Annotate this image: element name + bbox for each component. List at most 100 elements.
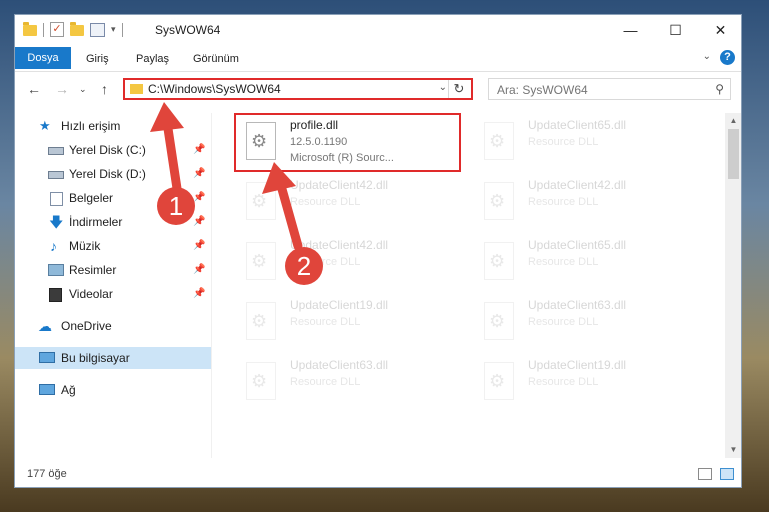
item-count: 177 öğe: [27, 468, 67, 480]
sidebar-item-label: Bu bilgisayar: [61, 351, 130, 365]
dll-file-icon: [246, 362, 276, 400]
file-tile[interactable]: UpdateClient19.dll Resource DLL: [474, 356, 704, 412]
address-bar[interactable]: C:\Windows\SysWOW64 ⌄ ↻: [123, 78, 473, 100]
tab-dosya[interactable]: Dosya: [15, 47, 71, 69]
address-dropdown-icon[interactable]: ⌄: [439, 82, 447, 93]
new-folder-icon[interactable]: [70, 22, 84, 36]
sidebar-item-this-pc[interactable]: Bu bilgisayar: [15, 347, 211, 369]
tiles-view-icon[interactable]: [720, 468, 734, 480]
forward-arrow-icon[interactable]: →: [55, 81, 69, 97]
pin-icon[interactable]: 📌: [193, 139, 205, 161]
file-type: Resource DLL: [290, 196, 361, 208]
file-type: Resource DLL: [528, 376, 599, 388]
scroll-down-icon[interactable]: ▼: [725, 442, 741, 458]
back-arrow-icon[interactable]: ←: [27, 81, 41, 97]
documents-icon: [50, 192, 63, 206]
tab-gorunum[interactable]: Görünüm: [193, 49, 239, 69]
file-name: UpdateClient65.dll: [528, 238, 627, 252]
file-type: Resource DLL: [290, 316, 361, 328]
sidebar-item-label: OneDrive: [61, 319, 112, 333]
expand-ribbon-chevron-icon[interactable]: ⌄: [703, 51, 711, 62]
sidebar-item-label: Müzik: [69, 239, 101, 253]
sidebar-item-label: Belgeler: [69, 191, 114, 205]
star-icon: ★: [39, 118, 51, 133]
file-tile[interactable]: UpdateClient19.dll Resource DLL: [236, 296, 466, 352]
file-type: Resource DLL: [528, 256, 599, 268]
sidebar-item-label: Hızlı erişim: [61, 119, 121, 133]
file-type: Resource DLL: [290, 256, 361, 268]
recent-locations-chevron-icon[interactable]: ⌄: [79, 84, 87, 95]
properties-icon[interactable]: [90, 22, 105, 37]
pin-icon[interactable]: 📌: [193, 163, 205, 185]
file-name: UpdateClient42.dll: [290, 238, 389, 252]
file-name: UpdateClient65.dll: [528, 118, 627, 132]
search-input[interactable]: [495, 80, 699, 100]
sidebar-item-documents[interactable]: Belgeler 📌: [15, 187, 211, 209]
download-icon: 🡇: [49, 214, 64, 230]
file-name: UpdateClient42.dll: [528, 178, 627, 192]
file-tile[interactable]: UpdateClient65.dll Resource DLL: [474, 116, 704, 172]
properties-check-icon[interactable]: ✓: [50, 22, 64, 37]
dll-file-icon: [484, 182, 514, 220]
sidebar-item-videos[interactable]: Videolar 📌: [15, 283, 211, 305]
refresh-icon[interactable]: ↻: [448, 80, 469, 98]
details-view-icon[interactable]: [698, 468, 712, 480]
pin-icon[interactable]: 📌: [193, 259, 205, 281]
dll-file-icon: [246, 242, 276, 280]
folder-icon: [130, 84, 143, 94]
sidebar-item-network[interactable]: Ağ: [15, 379, 211, 401]
scrollbar-thumb[interactable]: [728, 129, 739, 179]
search-box[interactable]: ⚲: [488, 78, 731, 100]
sidebar-item-local-disk-d[interactable]: Yerel Disk (D:) 📌: [15, 163, 211, 185]
file-tile[interactable]: UpdateClient63.dll Resource DLL: [236, 356, 466, 412]
file-tile[interactable]: UpdateClient42.dll Resource DLL: [474, 176, 704, 232]
customize-qa-chevron-icon[interactable]: ▾: [111, 24, 116, 35]
sidebar-item-downloads[interactable]: 🡇 İndirmeler 📌: [15, 211, 211, 233]
pin-icon[interactable]: 📌: [193, 283, 205, 305]
file-name: UpdateClient63.dll: [290, 358, 389, 372]
tab-paylas[interactable]: Paylaş: [136, 49, 169, 69]
minimize-button[interactable]: —: [608, 15, 653, 45]
file-tile[interactable]: UpdateClient42.dll Resource DLL: [236, 236, 466, 292]
tab-giris[interactable]: Giriş: [86, 49, 109, 69]
drive-icon: [48, 171, 64, 179]
pane-divider[interactable]: [211, 113, 212, 458]
address-path[interactable]: C:\Windows\SysWOW64: [148, 82, 281, 96]
scroll-up-icon[interactable]: ▲: [725, 113, 741, 129]
explorer-window: ✓ ▾ SysWOW64 — ☐ ✕ Dosya Giriş Paylaş Gö…: [14, 14, 742, 488]
vertical-scrollbar[interactable]: ▲ ▼: [725, 113, 741, 458]
title-bar: ✓ ▾ SysWOW64 — ☐ ✕: [15, 15, 741, 45]
pin-icon[interactable]: 📌: [193, 235, 205, 257]
sidebar-item-music[interactable]: ♪ Müzik 📌: [15, 235, 211, 257]
file-type: Resource DLL: [528, 196, 599, 208]
pin-icon[interactable]: 📌: [193, 211, 205, 233]
file-name: UpdateClient42.dll: [290, 178, 389, 192]
file-tile[interactable]: UpdateClient42.dll Resource DLL: [236, 176, 466, 232]
sidebar-item-local-disk-c[interactable]: Yerel Disk (C:) 📌: [15, 139, 211, 161]
sidebar-item-pictures[interactable]: Resimler 📌: [15, 259, 211, 281]
help-button[interactable]: ?: [720, 50, 735, 65]
music-icon: ♪: [50, 238, 57, 254]
search-icon[interactable]: ⚲: [715, 82, 724, 96]
sidebar-item-label: İndirmeler: [69, 215, 123, 229]
sidebar-item-label: Resimler: [69, 263, 117, 277]
close-button[interactable]: ✕: [698, 15, 741, 45]
file-tile[interactable]: UpdateClient65.dll Resource DLL: [474, 236, 704, 292]
dll-file-icon: [246, 182, 276, 220]
videos-icon: [49, 288, 62, 302]
dll-file-icon: [484, 242, 514, 280]
sidebar-item-label: Videolar: [69, 287, 113, 301]
dll-file-icon: [484, 362, 514, 400]
navigation-pane: ★ Hızlı erişim Yerel Disk (C:) 📌 Yerel D…: [15, 113, 211, 458]
sidebar-item-label: Ağ: [61, 383, 76, 397]
maximize-button[interactable]: ☐: [653, 15, 698, 45]
sidebar-item-onedrive[interactable]: ☁ OneDrive: [15, 315, 211, 337]
up-arrow-icon[interactable]: ↑: [101, 81, 108, 97]
file-name: UpdateClient63.dll: [528, 298, 627, 312]
pin-icon[interactable]: 📌: [193, 187, 205, 209]
quick-access-toolbar: ✓ ▾: [23, 22, 123, 37]
file-type: Resource DLL: [290, 376, 361, 388]
file-tile[interactable]: UpdateClient63.dll Resource DLL: [474, 296, 704, 352]
sidebar-item-quick-access[interactable]: ★ Hızlı erişim: [15, 115, 211, 137]
toolbar-separator: [43, 22, 44, 37]
